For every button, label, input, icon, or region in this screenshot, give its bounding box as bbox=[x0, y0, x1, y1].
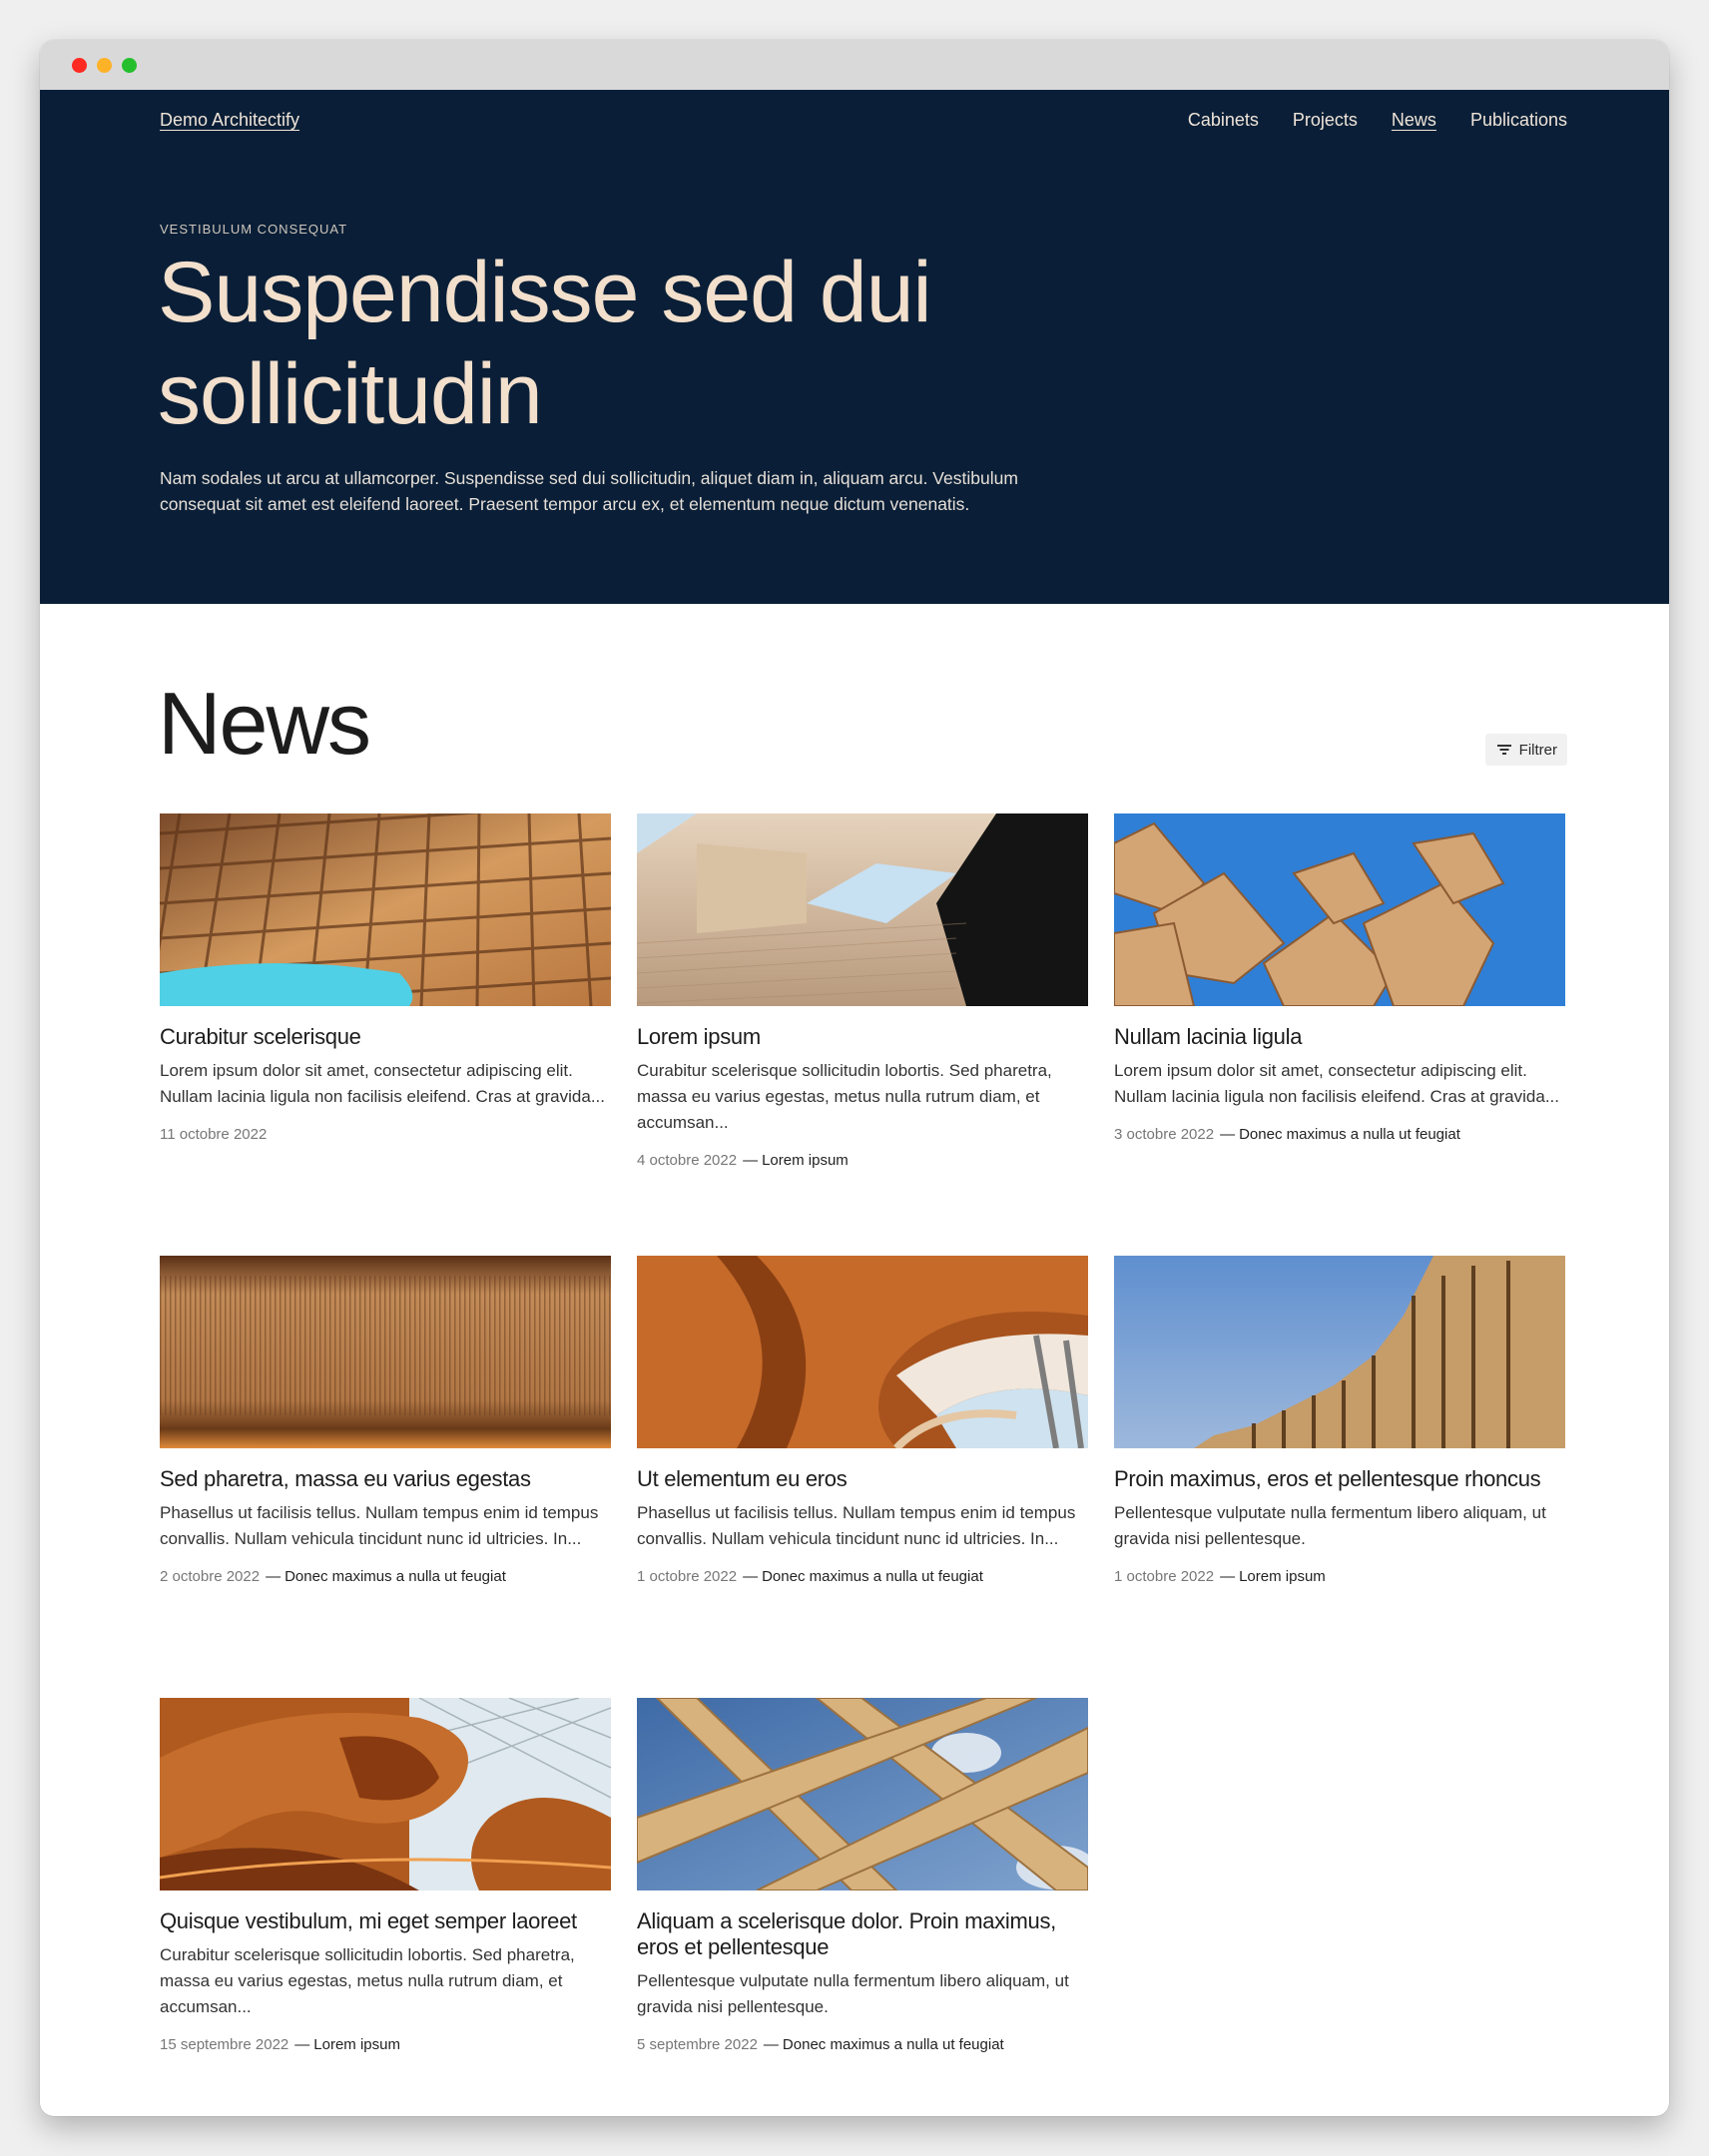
news-card-meta: 1 octobre 2022— Lorem ipsum bbox=[1114, 1568, 1326, 1585]
news-card-title[interactable]: Aliquam a scelerisque dolor. Proin maxim… bbox=[637, 1908, 1088, 1960]
news-card-excerpt: Curabitur scelerisque sollicitudin lobor… bbox=[637, 1061, 1052, 1132]
stacked-timber-beams-sky-photo[interactable] bbox=[1114, 813, 1565, 1006]
timber-frames-blue-sky-photo[interactable] bbox=[1114, 1256, 1565, 1448]
news-card-category[interactable]: Donec maximus a nulla ut feugiat bbox=[783, 2036, 1004, 2053]
news-card-title[interactable]: Curabitur scelerisque bbox=[160, 1024, 611, 1050]
news-card-meta: 3 octobre 2022— Donec maximus a nulla ut … bbox=[1114, 1126, 1460, 1143]
wooden-spiral-atrium-photo[interactable] bbox=[160, 1698, 611, 1890]
filter-button-label: Filtrer bbox=[1518, 741, 1557, 759]
news-card-date: 2 octobre 2022 bbox=[160, 1568, 261, 1585]
page-title: News bbox=[158, 674, 371, 773]
close-window-button[interactable] bbox=[72, 57, 87, 73]
news-card-category[interactable]: Donec maximus a nulla ut feugiat bbox=[285, 1568, 506, 1585]
curved-wood-interior-photo[interactable] bbox=[637, 1256, 1088, 1448]
news-card-category[interactable]: Lorem ipsum bbox=[1239, 1568, 1326, 1585]
news-card-category[interactable]: Lorem ipsum bbox=[762, 1152, 849, 1169]
news-card[interactable]: Lorem ipsum Curabitur scelerisque sollic… bbox=[637, 813, 1088, 1256]
news-card-category[interactable]: Donec maximus a nulla ut feugiat bbox=[762, 1568, 983, 1585]
news-card[interactable]: Nullam lacinia ligula Lorem ipsum dolor … bbox=[1114, 813, 1565, 1256]
maximize-window-button[interactable] bbox=[122, 57, 137, 73]
nav-item-news[interactable]: News bbox=[1392, 110, 1436, 131]
news-card-date: 1 octobre 2022 bbox=[637, 1568, 738, 1585]
news-card-excerpt: Lorem ipsum dolor sit amet, consectetur … bbox=[160, 1061, 605, 1106]
news-card-date: 4 octobre 2022 bbox=[637, 1152, 738, 1169]
news-card-category[interactable]: Lorem ipsum bbox=[313, 2036, 400, 2053]
news-card-date: 15 septembre 2022 bbox=[160, 2036, 289, 2053]
news-card-meta: 1 octobre 2022— Donec maximus a nulla ut … bbox=[637, 1568, 983, 1585]
nav-item-publications[interactable]: Publications bbox=[1470, 110, 1567, 131]
filter-button[interactable]: Filtrer bbox=[1484, 734, 1567, 766]
news-card-title[interactable]: Nullam lacinia ligula bbox=[1114, 1024, 1565, 1050]
news-card-excerpt: Phasellus ut facilisis tellus. Nullam te… bbox=[637, 1503, 1076, 1548]
news-card-title[interactable]: Quisque vestibulum, mi eget semper laore… bbox=[160, 1908, 611, 1934]
news-card-title[interactable]: Proin maximus, eros et pellentesque rhon… bbox=[1114, 1466, 1565, 1492]
news-card[interactable]: Quisque vestibulum, mi eget semper laore… bbox=[160, 1698, 611, 2116]
brand-link[interactable]: Demo Architectify bbox=[160, 110, 299, 131]
browser-window: Demo Architectify Cabinets Projects News… bbox=[40, 40, 1669, 2116]
news-card-excerpt: Lorem ipsum dolor sit amet, consectetur … bbox=[1114, 1061, 1559, 1106]
window-titlebar bbox=[40, 40, 1669, 90]
news-card-excerpt: Pellentesque vulputate nulla fermentum l… bbox=[637, 1971, 1069, 2016]
news-card-title[interactable]: Ut elementum eu eros bbox=[637, 1466, 1088, 1492]
news-card-excerpt: Pellentesque vulputate nulla fermentum l… bbox=[1114, 1503, 1546, 1548]
news-card-date: 5 septembre 2022 bbox=[637, 2036, 758, 2053]
minimize-window-button[interactable] bbox=[97, 57, 112, 73]
news-card-title[interactable]: Lorem ipsum bbox=[637, 1024, 1088, 1050]
news-card-meta: 11 octobre 2022 bbox=[160, 1126, 611, 1143]
news-card-excerpt: Phasellus ut facilisis tellus. Nullam te… bbox=[160, 1503, 599, 1548]
news-card-meta: 5 septembre 2022— Donec maximus a nulla u… bbox=[637, 2036, 1004, 2053]
timber-facade-skylight-photo[interactable] bbox=[637, 813, 1088, 1006]
nav-item-projects[interactable]: Projects bbox=[1293, 110, 1358, 131]
crossed-wood-beams-sky-photo[interactable] bbox=[637, 1698, 1088, 1890]
filter-icon bbox=[1496, 745, 1511, 755]
news-card-category[interactable]: Donec maximus a nulla ut feugiat bbox=[1239, 1126, 1460, 1143]
wooden-lattice-canopy-photo[interactable] bbox=[160, 813, 611, 1006]
wooden-slat-ceiling-photo[interactable] bbox=[160, 1256, 611, 1448]
news-card[interactable]: Aliquam a scelerisque dolor. Proin maxim… bbox=[637, 1698, 1088, 2116]
news-card-meta: 15 septembre 2022— Lorem ipsum bbox=[160, 2036, 400, 2053]
hero-section: Demo Architectify Cabinets Projects News… bbox=[40, 90, 1669, 604]
nav-item-cabinets[interactable]: Cabinets bbox=[1188, 110, 1259, 131]
news-card-excerpt: Curabitur scelerisque sollicitudin lobor… bbox=[160, 1945, 575, 2016]
news-card[interactable]: Sed pharetra, massa eu varius egestas Ph… bbox=[160, 1256, 611, 1698]
news-grid: Curabitur scelerisque Lorem ipsum dolor … bbox=[160, 813, 1567, 2116]
news-card[interactable]: Curabitur scelerisque Lorem ipsum dolor … bbox=[160, 813, 611, 1256]
news-card-meta: 2 octobre 2022— Donec maximus a nulla ut … bbox=[160, 1568, 506, 1585]
main-nav: Cabinets Projects News Publications bbox=[1188, 110, 1567, 131]
hero-eyebrow: VESTIBULUM CONSEQUAT bbox=[160, 222, 348, 237]
news-card[interactable]: Ut elementum eu eros Phasellus ut facili… bbox=[637, 1256, 1088, 1698]
news-card-date: 1 octobre 2022 bbox=[1114, 1568, 1215, 1585]
news-card-date: 3 octobre 2022 bbox=[1114, 1126, 1215, 1143]
news-card-title[interactable]: Sed pharetra, massa eu varius egestas bbox=[160, 1466, 611, 1492]
news-card-date: 11 octobre 2022 bbox=[160, 1126, 268, 1143]
hero-description: Nam sodales ut arcu at ullamcorper. Susp… bbox=[160, 468, 1018, 514]
hero-title: Suspendisse sed dui sollicitudin bbox=[158, 245, 932, 442]
news-card[interactable]: Proin maximus, eros et pellentesque rhon… bbox=[1114, 1256, 1565, 1698]
news-card-meta: 4 octobre 2022— Lorem ipsum bbox=[637, 1152, 849, 1169]
